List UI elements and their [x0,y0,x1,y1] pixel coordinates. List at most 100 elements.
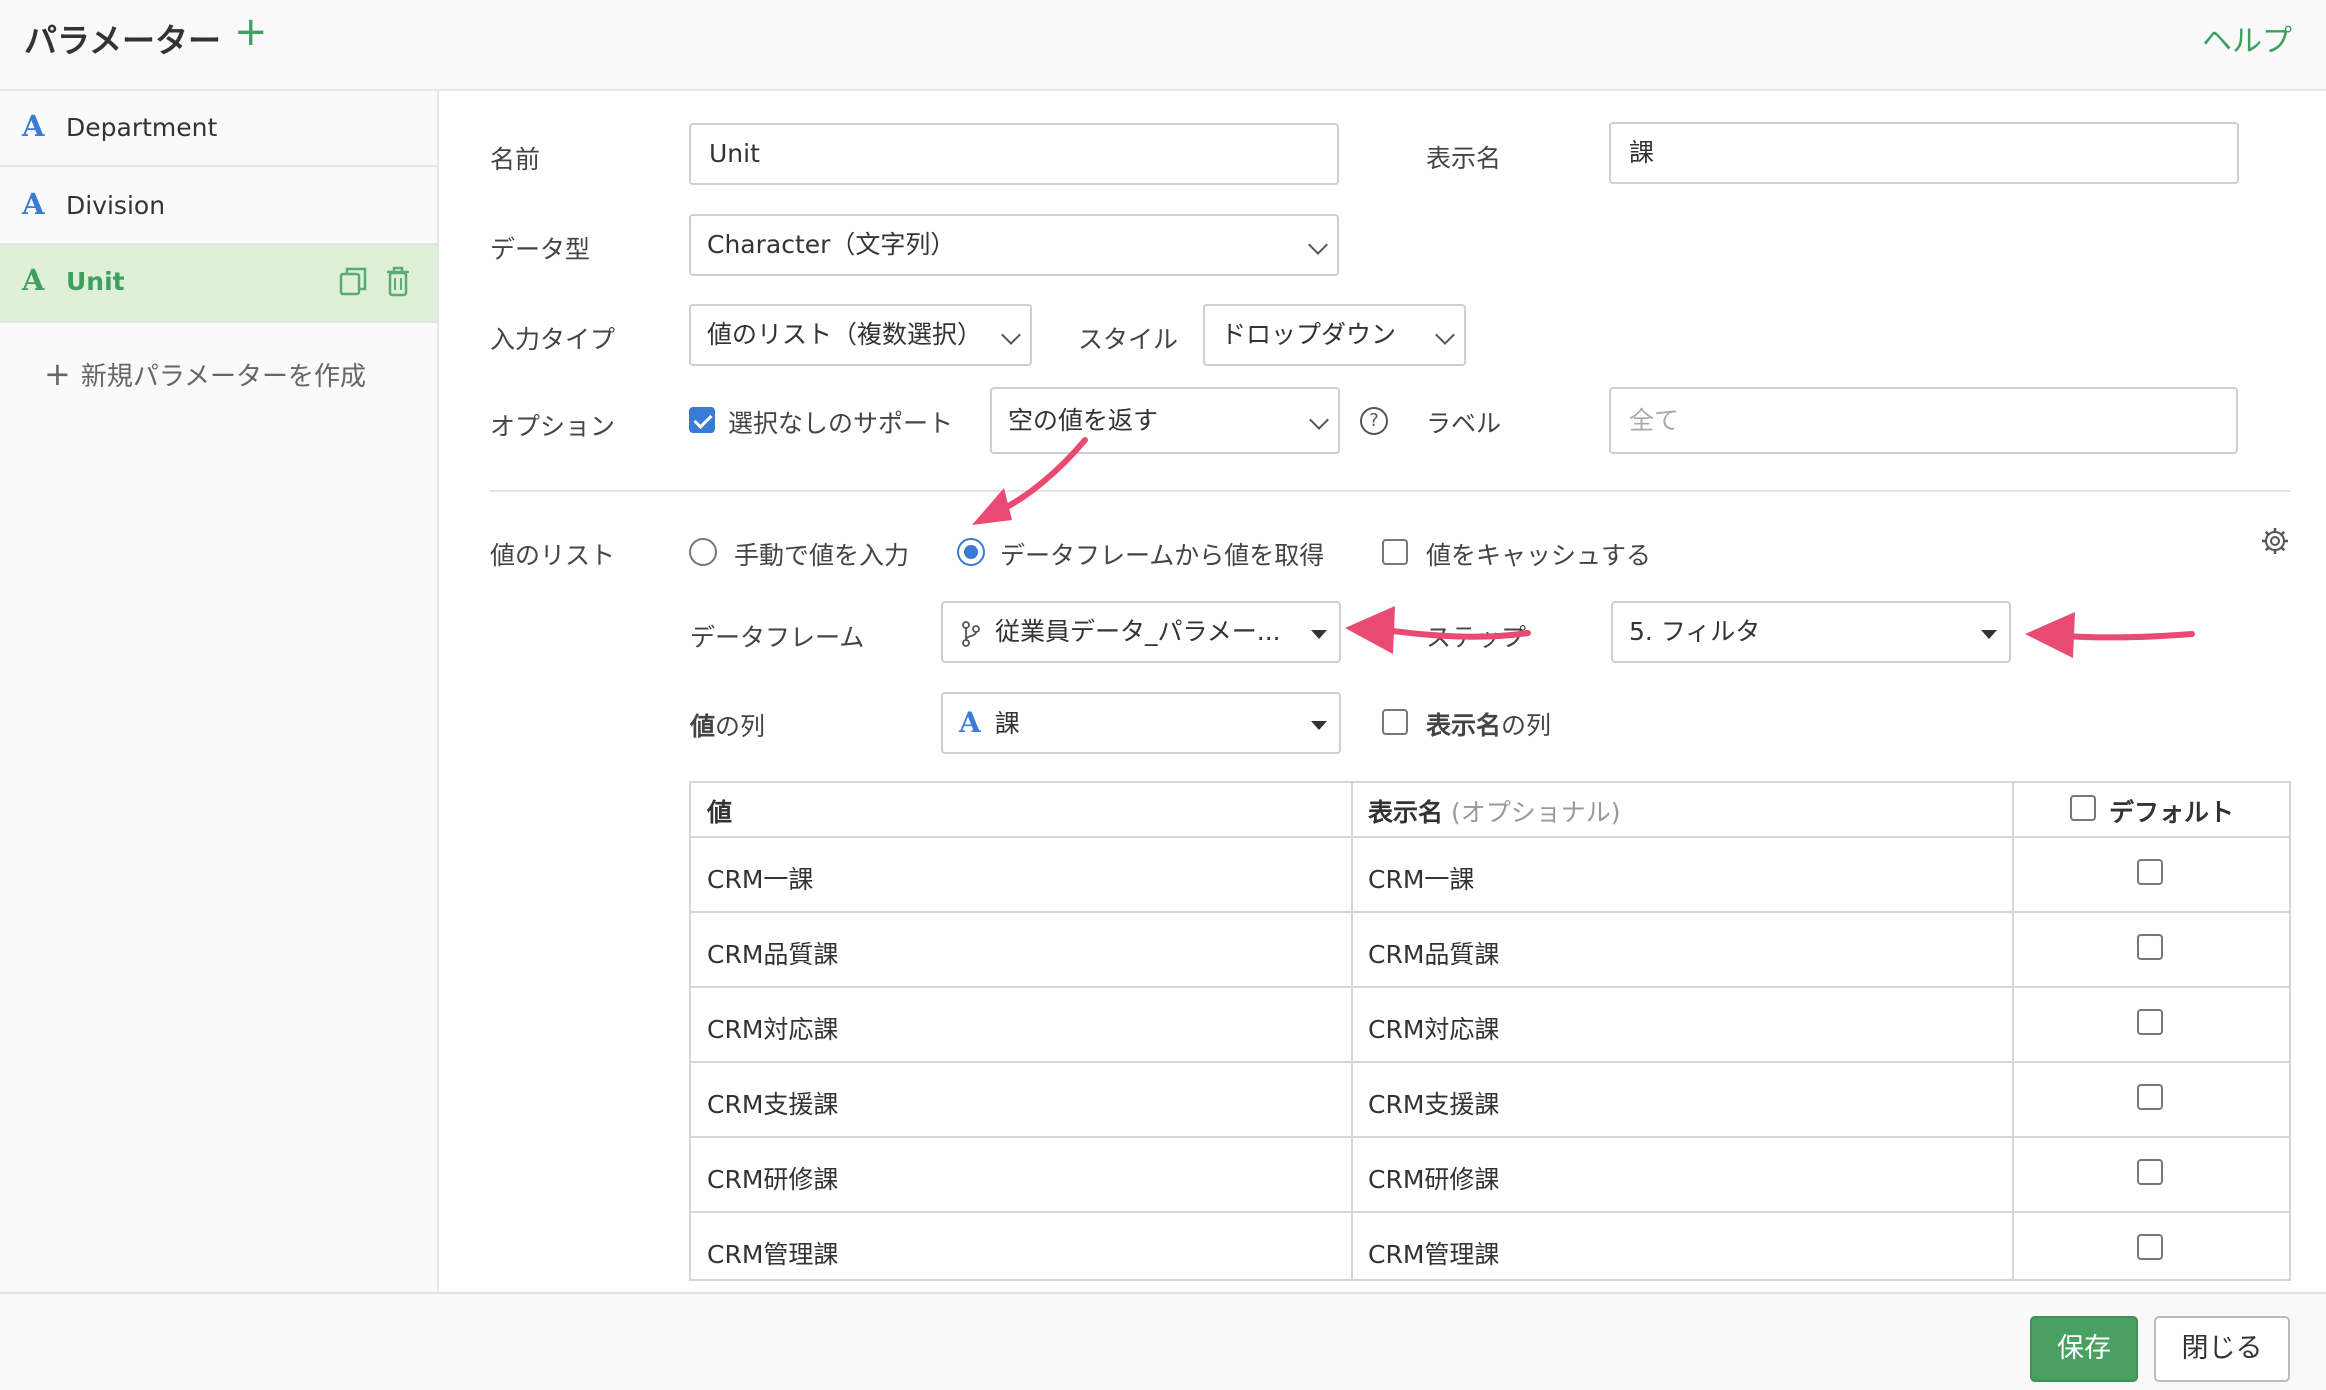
dataframe-select[interactable]: 従業員データ_パラメー... [941,601,1341,663]
row-divider [691,1061,2289,1063]
close-button[interactable]: 閉じる [2154,1316,2290,1382]
dataframe-label: データフレーム [690,623,865,652]
cache-checkbox[interactable] [1382,539,1408,565]
column-divider [2012,783,2014,1279]
duplicate-icon[interactable] [338,265,368,299]
style-value: ドロップダウン [1221,320,1397,349]
dialog-header: パラメーター + ヘルプ [0,0,2326,91]
character-type-icon: A [22,109,45,143]
no-selection-label: 選択なしのサポート [728,409,954,438]
default-all-checkbox[interactable] [2070,795,2096,821]
chevron-down-icon [1308,235,1328,255]
label-label: ラベル [1426,409,1502,438]
row-default-checkbox[interactable] [2137,1009,2163,1035]
value-column-select[interactable]: A課 [941,692,1341,754]
create-parameter-link[interactable]: + 新規パラメーターを作成 [44,355,366,393]
row-divider [691,986,2289,988]
data-type-select[interactable]: Character（文字列） [689,214,1339,276]
value-column-value: 課 [994,709,1020,738]
name-label: 名前 [490,145,541,174]
plus-icon: + [44,355,71,393]
row-divider [691,911,2289,913]
row-display-name: CRM支援課 [1368,1090,1500,1119]
column-header-display-name: 表示名 (オプショナル) [1368,798,1621,827]
row-value: CRM管理課 [707,1240,839,1269]
sidebar-item-label: Unit [66,267,125,296]
trash-icon[interactable] [383,265,413,299]
data-type-label: データ型 [490,235,591,264]
help-link[interactable]: ヘルプ [2202,16,2292,60]
dataframe-radio-label: データフレームから値を取得 [1000,541,1325,570]
arrow-annotation-icon [2025,612,2195,658]
character-type-icon: A [22,263,45,297]
display-name-label: 表示名 [1426,144,1502,173]
row-divider [691,1136,2289,1138]
section-divider [489,490,2291,492]
input-type-select[interactable]: 値のリスト（複数選択） [689,304,1032,366]
character-type-icon: A [959,706,981,739]
values-list-label: 値のリスト [490,541,616,570]
row-value: CRM研修課 [707,1165,839,1194]
step-select[interactable]: 5. フィルタ [1611,601,2011,663]
dataframe-value: 従業員データ_パラメー... [995,617,1281,646]
chevron-down-icon [1435,325,1455,345]
label-input[interactable]: 全て [1609,387,2238,454]
style-select[interactable]: ドロップダウン [1203,304,1466,366]
input-type-label: 入力タイプ [490,325,616,354]
sidebar-item-label: Department [66,113,218,142]
chevron-down-icon [1001,325,1021,345]
branch-icon [962,621,980,647]
row-divider [691,836,2289,838]
row-default-checkbox[interactable] [2137,934,2163,960]
manual-entry-radio[interactable] [689,538,717,566]
sidebar-item-unit[interactable]: A Unit [0,245,437,323]
help-icon[interactable]: ? [1360,407,1388,435]
option-label: オプション [490,412,616,441]
manual-entry-label: 手動で値を入力 [734,541,910,570]
empty-value-option: 空の値を返す [1008,406,1159,435]
column-divider [1351,783,1353,1279]
chevron-down-icon [1309,410,1329,430]
caret-down-icon [1311,630,1327,639]
row-value: CRM一課 [707,865,814,894]
row-value: CRM対応課 [707,1015,839,1044]
caret-down-icon [1981,630,1997,639]
dialog-footer: 保存 閉じる [0,1292,2326,1390]
row-default-checkbox[interactable] [2137,1084,2163,1110]
no-selection-checkbox[interactable] [689,407,715,433]
cache-label: 値をキャッシュする [1426,541,1652,570]
sidebar-item-label: Division [66,191,166,220]
column-header-value: 値 [707,798,733,827]
row-value: CRM支援課 [707,1090,839,1119]
sidebar-item-department[interactable]: A Department [0,91,437,167]
name-input[interactable]: Unit [689,123,1339,185]
row-divider [691,1211,2289,1213]
sidebar-item-division[interactable]: A Division [0,169,437,245]
create-parameter-label: 新規パラメーターを作成 [80,362,367,392]
display-name-input[interactable]: 課 [1609,122,2239,184]
parameter-sidebar: A Department A Division A Unit + 新規パラメーター… [0,91,439,1292]
row-value: CRM品質課 [707,940,839,969]
row-display-name: CRM一課 [1368,865,1475,894]
add-parameter-icon[interactable]: + [234,12,268,52]
character-type-icon: A [22,187,45,221]
column-header-default: デフォルト [2109,798,2235,827]
row-display-name: CRM管理課 [1368,1240,1500,1269]
style-label: スタイル [1078,325,1179,354]
save-button[interactable]: 保存 [2030,1316,2138,1382]
dataframe-radio[interactable] [957,538,985,566]
step-value: 5. フィルタ [1629,617,1761,646]
row-default-checkbox[interactable] [2137,1159,2163,1185]
row-default-checkbox[interactable] [2137,859,2163,885]
gear-icon[interactable] [2260,526,2290,556]
empty-value-select[interactable]: 空の値を返す [990,387,1340,454]
step-label: ステップ [1426,623,1527,652]
row-default-checkbox[interactable] [2137,1234,2163,1260]
display-column-label: 表示名の列 [1426,711,1552,740]
value-column-label: 値の列 [690,712,766,741]
caret-down-icon [1311,721,1327,730]
input-type-value: 値のリスト（複数選択） [707,320,983,349]
dialog-title: パラメーター [24,21,222,60]
display-column-checkbox[interactable] [1382,709,1408,735]
values-table: 値 表示名 (オプショナル) デフォルト CRM一課 CRM一課 CRM品質課 … [689,781,2291,1281]
